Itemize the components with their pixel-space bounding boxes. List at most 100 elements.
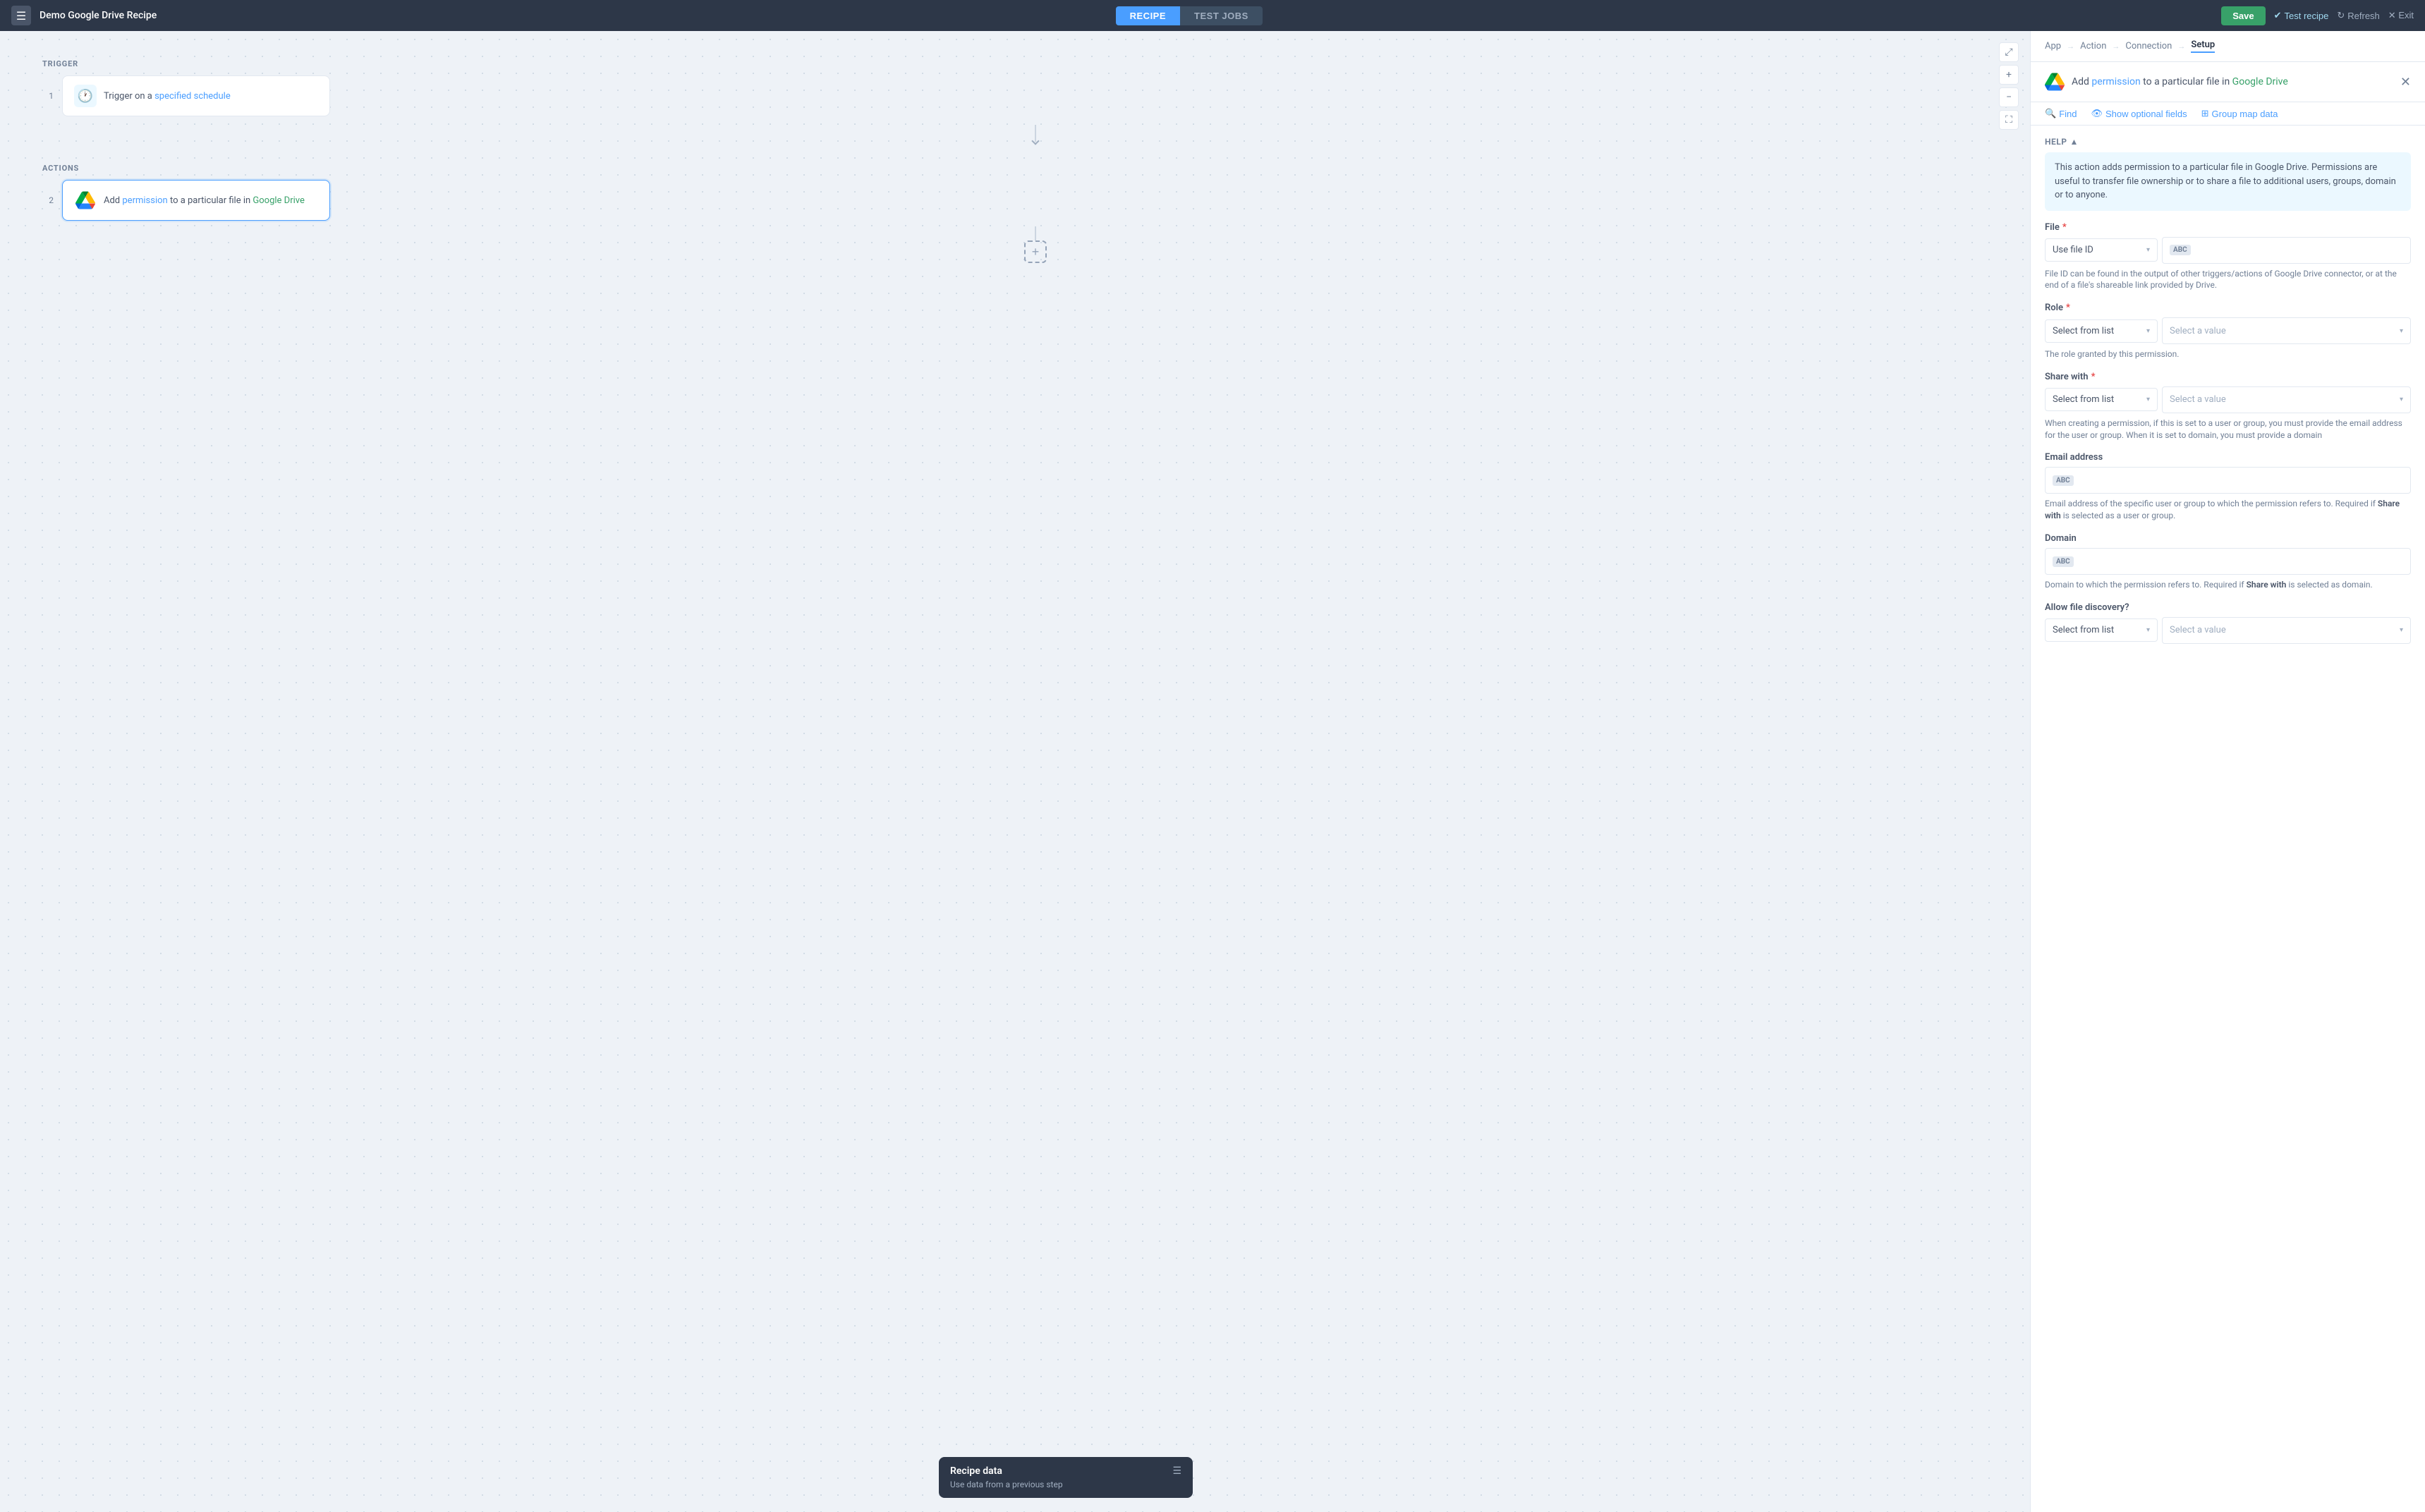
- panel-header: Add permission to a particular file in G…: [2031, 62, 2425, 102]
- role-field-group: Role * Select from list Select a value T…: [2045, 303, 2411, 360]
- domain-field-hint: Domain to which the permission refers to…: [2045, 579, 2411, 591]
- sharewith-type-dropdown[interactable]: Select from list: [2045, 388, 2158, 411]
- abc-badge-email: ABC: [2053, 475, 2074, 486]
- tab-testjobs[interactable]: TEST JOBS: [1180, 6, 1263, 25]
- checkmark-icon: ✔: [2274, 10, 2282, 21]
- recipe-data-title: Recipe data: [950, 1465, 1002, 1477]
- email-field-group: Email address ABC Email address of the s…: [2045, 452, 2411, 522]
- canvas-area: ⤢ + − ⛶ TRIGGER 1 🕐 Trigger on a specifi…: [0, 31, 2030, 1512]
- breadcrumb-connection[interactable]: Connection: [2125, 41, 2172, 51]
- action-step-num: 2: [42, 195, 54, 205]
- recipe-data-toggle-icon[interactable]: ☰: [1172, 1465, 1181, 1477]
- map-icon: ⊞: [2201, 108, 2209, 119]
- file-field-group: File * Use file ID ABC File ID can be fo…: [2045, 222, 2411, 292]
- tab-recipe[interactable]: RECIPE: [1116, 6, 1180, 25]
- group-map-data-button[interactable]: ⊞ Group map data: [2201, 108, 2278, 119]
- sharewith-value-dropdown[interactable]: Select a value: [2162, 386, 2411, 413]
- file-input[interactable]: ABC: [2162, 237, 2411, 264]
- save-button[interactable]: Save: [2221, 6, 2265, 25]
- eye-icon: 👁: [2091, 108, 2103, 119]
- allowdiscovery-value-arrow: [2400, 626, 2403, 634]
- role-value-dropdown[interactable]: Select a value: [2162, 317, 2411, 344]
- file-dropdown-arrow: [2146, 246, 2150, 254]
- recipe-data-panel: Recipe data ☰ Use data from a previous s…: [939, 1457, 1193, 1498]
- trigger-section-label: TRIGGER: [42, 59, 1988, 68]
- trigger-step-card[interactable]: 🕐 Trigger on a specified schedule: [62, 75, 330, 116]
- gdrive-step-icon: [74, 189, 97, 212]
- file-field-label: File *: [2045, 222, 2411, 233]
- breadcrumb-action[interactable]: Action: [2080, 41, 2106, 51]
- actions-section-label: ACTIONS: [42, 164, 1988, 173]
- test-recipe-button[interactable]: ✔ Test recipe: [2274, 10, 2329, 21]
- sharewith-field-row: Select from list Select a value: [2045, 386, 2411, 413]
- domain-field-group: Domain ABC Domain to which the permissio…: [2045, 533, 2411, 591]
- breadcrumb-arrow-3: →: [2177, 42, 2185, 51]
- role-field-hint: The role granted by this permission.: [2045, 348, 2411, 360]
- refresh-button[interactable]: ↻ Refresh: [2337, 10, 2379, 21]
- trigger-step-row: 1 🕐 Trigger on a specified schedule: [42, 75, 1988, 116]
- sharewith-required-star: *: [2091, 372, 2096, 382]
- panel-header-text: Add permission to a particular file in G…: [2072, 76, 2393, 87]
- zoom-in-button[interactable]: +: [1999, 65, 2019, 85]
- zoom-out-button[interactable]: −: [1999, 87, 2019, 107]
- panel-content: HELP ▲ This action adds permission to a …: [2031, 126, 2425, 1512]
- app-title: Demo Google Drive Recipe: [39, 10, 157, 21]
- recipe-data-header: Recipe data ☰: [950, 1465, 1181, 1477]
- help-toggle[interactable]: HELP ▲: [2045, 137, 2411, 147]
- action-permission-link[interactable]: permission: [122, 195, 167, 206]
- file-dropdown[interactable]: Use file ID: [2045, 238, 2158, 262]
- allowdiscovery-type-dropdown[interactable]: Select from list: [2045, 618, 2158, 642]
- help-section: HELP ▲ This action adds permission to a …: [2045, 137, 2411, 211]
- action-step-text: Add permission to a particular file in G…: [104, 195, 305, 206]
- role-field-label: Role *: [2045, 303, 2411, 313]
- header-permission-link: permission: [2091, 76, 2140, 87]
- show-optional-fields-button[interactable]: 👁 Show optional fields: [2091, 108, 2187, 119]
- abc-badge-domain: ABC: [2053, 556, 2074, 567]
- action-step-card[interactable]: Add permission to a particular file in G…: [62, 180, 330, 221]
- file-field-row: Use file ID ABC: [2045, 237, 2411, 264]
- sharewith-field-group: Share with * Select from list Select a v…: [2045, 372, 2411, 441]
- connector-1: [83, 122, 1988, 147]
- canvas-controls: ⤢ + − ⛶: [1999, 42, 2019, 130]
- role-dropdown-arrow: [2146, 327, 2150, 335]
- find-button[interactable]: 🔍 Find: [2045, 108, 2077, 119]
- allowdiscovery-dropdown-arrow: [2146, 626, 2150, 634]
- trigger-link[interactable]: specified schedule: [154, 91, 231, 102]
- actions-section: ACTIONS 2 Add p: [42, 164, 1988, 221]
- tab-group: RECIPE TEST JOBS: [165, 6, 2213, 25]
- connector-arrow-1: [1031, 137, 1039, 145]
- refresh-icon: ↻: [2337, 10, 2345, 21]
- close-panel-button[interactable]: ✕: [2400, 75, 2411, 88]
- breadcrumb-app[interactable]: App: [2045, 41, 2061, 51]
- email-field-label: Email address: [2045, 452, 2411, 463]
- abc-badge-file: ABC: [2170, 245, 2191, 255]
- add-step-button[interactable]: +: [1024, 240, 1047, 263]
- header-drive-link: Google Drive: [2232, 76, 2288, 87]
- breadcrumb: App → Action → Connection → Setup: [2031, 31, 2425, 62]
- right-panel: App → Action → Connection → Setup Add pe…: [2030, 31, 2425, 1512]
- fit-screen-button[interactable]: ⤢: [1999, 42, 2019, 62]
- domain-input[interactable]: ABC: [2045, 548, 2411, 575]
- domain-field-label: Domain: [2045, 533, 2411, 544]
- role-field-row: Select from list Select a value: [2045, 317, 2411, 344]
- breadcrumb-setup[interactable]: Setup: [2191, 39, 2215, 53]
- sharewith-dropdown-arrow: [2146, 396, 2150, 403]
- breadcrumb-arrow-1: →: [2067, 42, 2074, 51]
- menu-icon[interactable]: ☰: [11, 6, 31, 25]
- domain-field-row: ABC: [2045, 548, 2411, 575]
- fullscreen-button[interactable]: ⛶: [1999, 110, 2019, 130]
- panel-toolbar: 🔍 Find 👁 Show optional fields ⊞ Group ma…: [2031, 102, 2425, 126]
- help-box: This action adds permission to a particu…: [2045, 152, 2411, 211]
- top-nav: ☰ Demo Google Drive Recipe RECIPE TEST J…: [0, 0, 2425, 31]
- action-drive-link[interactable]: Google Drive: [253, 195, 304, 206]
- email-field-row: ABC: [2045, 467, 2411, 494]
- sharewith-value-arrow: [2400, 396, 2403, 403]
- file-field-hint: File ID can be found in the output of ot…: [2045, 268, 2411, 292]
- exit-button[interactable]: ✕ Exit: [2388, 10, 2414, 21]
- allowdiscovery-value-dropdown[interactable]: Select a value: [2162, 617, 2411, 644]
- role-type-dropdown[interactable]: Select from list: [2045, 319, 2158, 343]
- trigger-step-text: Trigger on a specified schedule: [104, 91, 231, 102]
- email-input[interactable]: ABC: [2045, 467, 2411, 494]
- recipe-data-subtitle: Use data from a previous step: [950, 1480, 1181, 1489]
- allowdiscovery-field-row: Select from list Select a value: [2045, 617, 2411, 644]
